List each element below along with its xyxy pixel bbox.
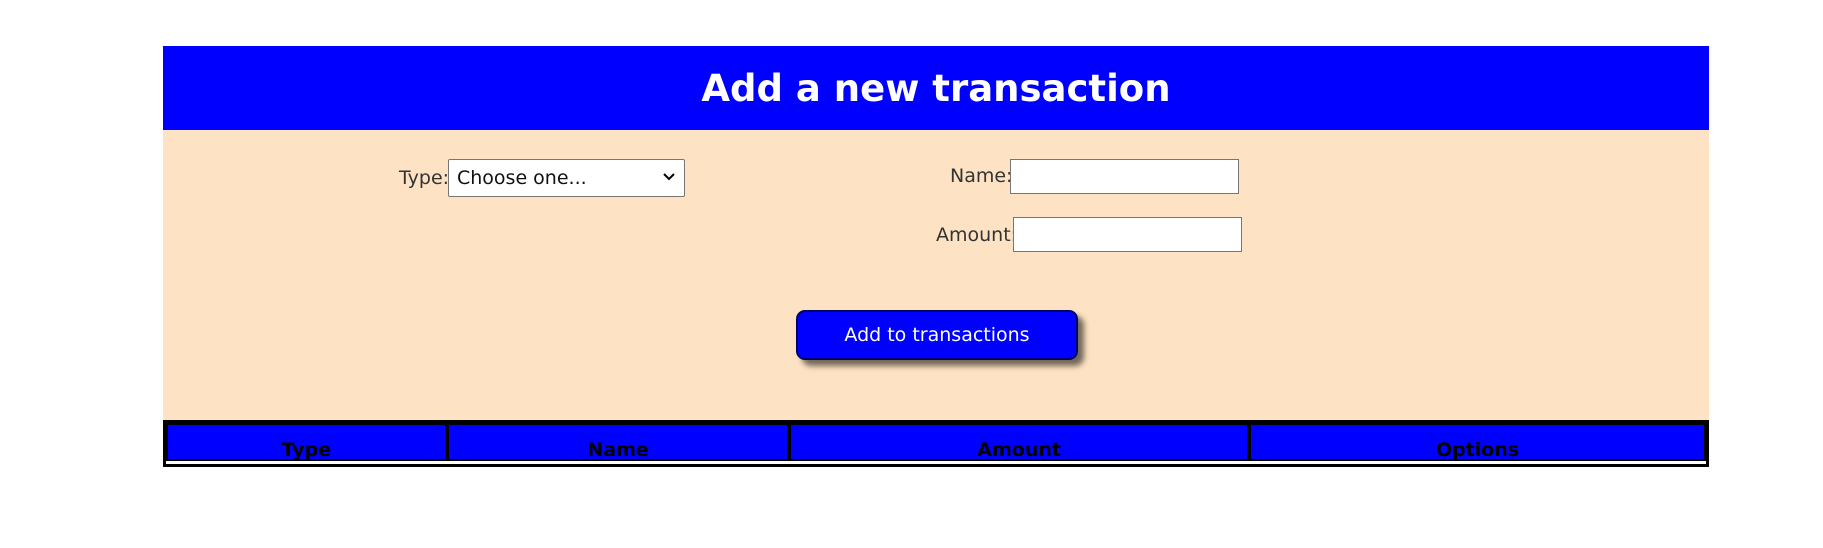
table-header-row: Type Name Amount Options bbox=[166, 423, 1706, 461]
type-select[interactable]: Choose one... bbox=[448, 159, 685, 197]
type-select-value: Choose one... bbox=[457, 167, 587, 189]
column-header-options: Options bbox=[1248, 423, 1706, 461]
transaction-page: Add a new transaction Type: Choose one..… bbox=[163, 46, 1709, 467]
transactions-table: Type Name Amount Options bbox=[163, 420, 1709, 467]
amount-label: Amount: bbox=[936, 224, 1018, 246]
chevron-down-icon bbox=[663, 173, 675, 181]
type-label: Type: bbox=[399, 167, 450, 189]
page-header: Add a new transaction bbox=[163, 46, 1709, 130]
column-header-name: Name bbox=[446, 423, 790, 461]
name-field[interactable] bbox=[1010, 159, 1239, 194]
add-to-transactions-button[interactable]: Add to transactions bbox=[796, 310, 1078, 360]
column-header-amount: Amount bbox=[789, 423, 1249, 461]
table-empty-body bbox=[166, 461, 1706, 464]
column-header-type: Type bbox=[166, 423, 447, 461]
amount-field[interactable] bbox=[1013, 217, 1242, 252]
page-title: Add a new transaction bbox=[701, 66, 1171, 110]
transaction-form: Type: Choose one... Name: Amount: Add to… bbox=[163, 130, 1709, 420]
name-label: Name: bbox=[950, 165, 1013, 187]
